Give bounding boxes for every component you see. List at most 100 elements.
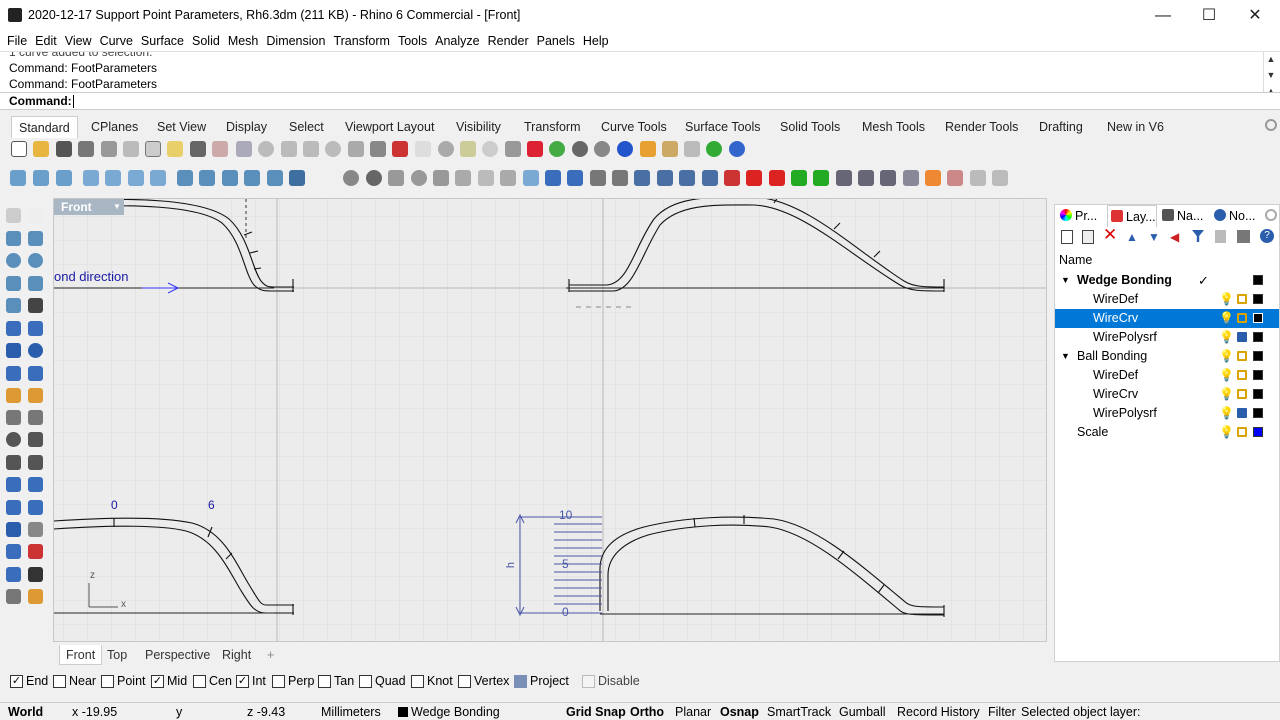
menu-analyze[interactable]: Analyze xyxy=(431,31,483,51)
view-tool-icon[interactable] xyxy=(657,170,673,186)
curve-icon[interactable] xyxy=(970,170,986,186)
menu-curve[interactable]: Curve xyxy=(96,31,137,51)
rectangle-icon[interactable] xyxy=(28,276,43,291)
filter-icon[interactable] xyxy=(1192,230,1204,242)
split-icon[interactable] xyxy=(28,410,43,425)
tab-transform[interactable]: Transform xyxy=(517,116,588,138)
scroll-up-icon[interactable]: ▲ xyxy=(1264,54,1278,64)
dimension-icon[interactable] xyxy=(28,477,43,492)
layer-color-swatch[interactable] xyxy=(1253,351,1263,361)
options-icon[interactable] xyxy=(662,141,678,157)
viewport-tab-front[interactable]: Front xyxy=(59,645,103,665)
osnap-project[interactable]: Project xyxy=(514,674,569,688)
checkbox[interactable] xyxy=(272,675,285,688)
zoom-icon[interactable] xyxy=(258,141,274,157)
viewport-tab-right[interactable]: Right xyxy=(216,645,257,665)
curve-tool-icon[interactable] xyxy=(83,170,99,186)
layer-row[interactable]: WireCrv 💡 xyxy=(1055,385,1279,404)
collapse-chevron-icon[interactable]: ▼ xyxy=(1061,347,1070,366)
gumball-toggle[interactable]: Gumball xyxy=(839,705,886,719)
record-history-toggle[interactable]: Record History xyxy=(897,705,980,719)
block-icon[interactable] xyxy=(6,522,21,537)
view-tool-icon[interactable] xyxy=(343,170,359,186)
light-bulb-icon[interactable]: 💡 xyxy=(1219,426,1234,438)
curve-tool-icon[interactable] xyxy=(222,170,238,186)
scroll-down-icon[interactable]: ▼ xyxy=(1264,70,1278,80)
maximize-button[interactable]: ☐ xyxy=(1186,0,1232,31)
osnap-toggle[interactable]: Osnap xyxy=(720,705,759,719)
layer-color-swatch[interactable] xyxy=(1253,332,1263,342)
import-icon[interactable] xyxy=(101,141,117,157)
menu-surface[interactable]: Surface xyxy=(137,31,188,51)
tab-cplanes[interactable]: CPlanes xyxy=(84,116,145,138)
toolbar-settings-gear-icon[interactable] xyxy=(1265,119,1277,131)
light-bulb-icon[interactable]: 💡 xyxy=(1219,350,1234,362)
viewport-canvas[interactable] xyxy=(54,199,1047,642)
arrow-left-icon[interactable] xyxy=(746,170,762,186)
tab-set-view[interactable]: Set View xyxy=(150,116,213,138)
checkbox[interactable] xyxy=(101,675,114,688)
view-tool-icon[interactable] xyxy=(523,170,539,186)
osnap-disable[interactable]: Disable xyxy=(582,674,640,688)
tab-select[interactable]: Select xyxy=(282,116,331,138)
arc-icon[interactable] xyxy=(6,298,21,313)
color-wheel-icon[interactable] xyxy=(549,141,565,157)
surface-icon[interactable] xyxy=(28,321,43,336)
layers-icon[interactable] xyxy=(925,170,941,186)
check-icon[interactable] xyxy=(28,567,43,582)
view-tool-icon[interactable] xyxy=(478,170,494,186)
tab-mesh-tools[interactable]: Mesh Tools xyxy=(855,116,932,138)
arrow-up-icon[interactable] xyxy=(791,170,807,186)
layer-color-swatch[interactable] xyxy=(1253,427,1263,437)
view-tool-icon[interactable] xyxy=(433,170,449,186)
view-tool-icon[interactable] xyxy=(388,170,404,186)
curve-tool-icon[interactable] xyxy=(33,170,49,186)
osnap-int[interactable]: ✓ Int xyxy=(236,674,266,688)
layer-color-swatch[interactable] xyxy=(1253,408,1263,418)
osnap-point[interactable]: Point xyxy=(101,674,146,688)
view-tool-icon[interactable] xyxy=(679,170,695,186)
curve-tool-icon[interactable] xyxy=(150,170,166,186)
view-tool-icon[interactable] xyxy=(634,170,650,186)
light-bulb-icon[interactable]: 💡 xyxy=(1219,293,1234,305)
panel-tab-properties[interactable]: Pr... xyxy=(1057,205,1097,227)
osnap-knot[interactable]: Knot xyxy=(411,674,453,688)
viewport-title[interactable]: Front xyxy=(54,199,110,215)
osnap-near[interactable]: Near xyxy=(53,674,96,688)
chamfer-icon[interactable] xyxy=(28,455,43,470)
rendered-sphere-icon[interactable] xyxy=(594,141,610,157)
light-bulb-icon[interactable]: 💡 xyxy=(1219,388,1234,400)
print-icon[interactable] xyxy=(78,141,94,157)
align-icon[interactable] xyxy=(858,170,874,186)
paint-icon[interactable] xyxy=(28,589,43,604)
rotate-view-icon[interactable] xyxy=(348,141,364,157)
lock-icon[interactable] xyxy=(505,141,521,157)
wand-icon[interactable] xyxy=(640,141,656,157)
new-sublayer-icon[interactable] xyxy=(1082,230,1094,244)
analyze-icon[interactable] xyxy=(6,567,21,582)
layer-row[interactable]: WireDef 💡 xyxy=(1055,290,1279,309)
curve-tool-icon[interactable] xyxy=(105,170,121,186)
menu-view[interactable]: View xyxy=(61,31,96,51)
new-file-icon[interactable] xyxy=(11,141,27,157)
move-up-icon[interactable]: ▲ xyxy=(1126,230,1138,244)
close-button[interactable]: ✕ xyxy=(1232,0,1278,31)
tab-display[interactable]: Display xyxy=(219,116,274,138)
text-icon[interactable] xyxy=(6,477,21,492)
filter-toggle[interactable]: Filter xyxy=(988,705,1016,719)
curve-tool-icon[interactable] xyxy=(267,170,283,186)
view-tool-icon[interactable] xyxy=(567,170,583,186)
tab-visibility[interactable]: Visibility xyxy=(449,116,508,138)
curve-tool-icon[interactable] xyxy=(56,170,72,186)
layer-row-selected[interactable]: WireCrv 💡 xyxy=(1055,309,1279,328)
lock-icon[interactable] xyxy=(1237,408,1247,418)
move-left-icon[interactable]: ◀ xyxy=(1170,230,1179,244)
view-tool-icon[interactable] xyxy=(590,170,606,186)
cut-icon[interactable] xyxy=(123,141,139,157)
cplane-status[interactable]: World xyxy=(8,705,43,719)
osnap-quad[interactable]: Quad xyxy=(359,674,406,688)
help-icon[interactable]: ? xyxy=(1260,229,1274,243)
curve-icon[interactable] xyxy=(28,298,43,313)
mirror-icon[interactable] xyxy=(28,500,43,515)
fix-icon[interactable] xyxy=(684,141,700,157)
